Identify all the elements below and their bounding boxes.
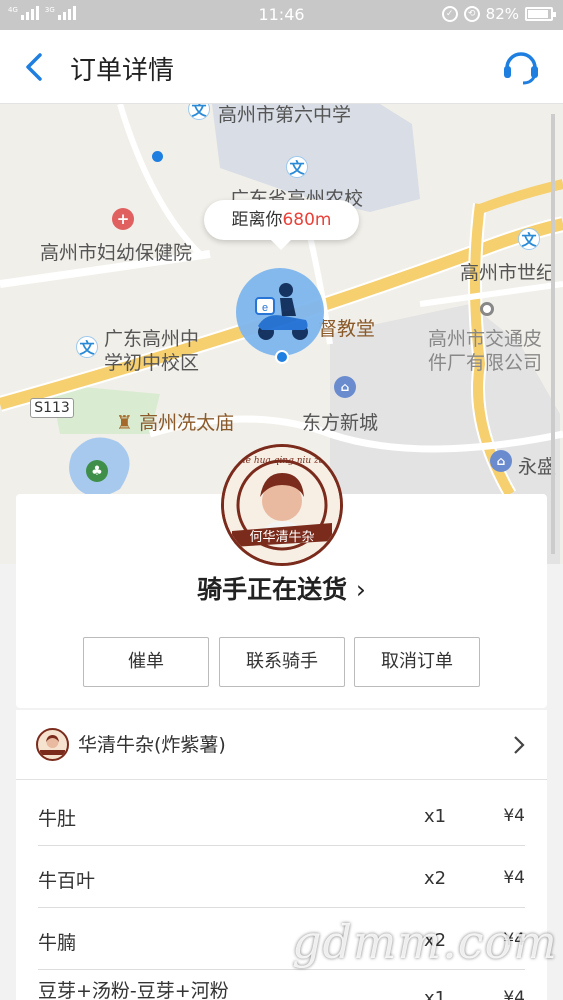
item-qty: x1 [424, 806, 447, 827]
scooter-rider-icon: e [255, 283, 308, 340]
item-qty: x1 [424, 988, 447, 1000]
map-label-temple: ♜ 高州冼太庙 [116, 408, 234, 435]
logo-brand-chinese: 何华清牛杂 [249, 529, 314, 545]
distance-value: 680m [282, 210, 332, 230]
headset-icon[interactable] [501, 46, 541, 86]
temple-label: 高州冼太庙 [139, 412, 235, 434]
logo-brand-pinyin: he hua qing niu za [240, 456, 324, 466]
item-name: 豆芽+汤粉-豆芽+河粉 [38, 980, 229, 1000]
list-item: 牛肚 x1 ¥4 [38, 784, 525, 846]
list-item: 豆芽+汤粉-豆芽+河粉 x1 ¥4 [38, 970, 525, 1000]
residence-icon: ⌂ [490, 450, 512, 472]
map-scroll-indicator [551, 114, 555, 554]
status-bar: 4G 3G 11:46 ✓ ⟲ 82% [0, 0, 563, 30]
store-brand-logo: 何华清牛杂 he hua qing niu za [224, 447, 340, 563]
page-title: 订单详情 [70, 56, 175, 86]
map-label-transport1: 高州市交通皮 [428, 328, 543, 350]
item-name: 牛肚 [38, 808, 77, 830]
item-price: ¥4 [503, 988, 525, 1000]
chevron-left-icon[interactable] [18, 50, 52, 84]
store-row[interactable]: 华清牛杂(炸紫薯) [16, 710, 547, 780]
contact-rider-button[interactable]: 联系骑手 [219, 637, 345, 687]
item-price: ¥4 [503, 806, 525, 826]
residence-icon: ⌂ [334, 376, 356, 398]
watermark: gdmm.com [292, 915, 558, 969]
map-label-school6: 高州市第六中学 [218, 104, 352, 126]
store-name: 华清牛杂(炸紫薯) [78, 734, 226, 756]
rider-location-dot [275, 350, 289, 364]
road-badge: S113 [30, 398, 74, 418]
app-header: 订单详情 [0, 30, 563, 104]
store-avatar: 何华清牛杂 he hua qing niu za [221, 444, 343, 566]
urge-order-button[interactable]: 催单 [83, 637, 209, 687]
cancel-order-button[interactable]: 取消订单 [354, 637, 480, 687]
status-right: ✓ ⟲ 82% [441, 5, 556, 23]
map-label-middle1: 广东高州中 [104, 328, 200, 350]
rider-status-text: 骑手正在送货 [197, 575, 348, 604]
hospital-icon: + [112, 208, 134, 230]
poi-dot-icon [480, 302, 494, 316]
item-price: ¥4 [503, 868, 525, 888]
item-name: 牛百叶 [38, 870, 96, 892]
map-label-church: 督教堂 [318, 318, 376, 340]
lock-rotation-icon: ⟲ [463, 6, 480, 22]
chevron-right-icon [514, 736, 525, 754]
school-icon: 文 [76, 336, 98, 358]
battery-percent: 82% [485, 5, 519, 23]
rider-marker[interactable]: e [236, 268, 324, 356]
school-icon: 文 [286, 156, 308, 178]
distance-prefix: 距离你 [231, 210, 283, 230]
map-label-dongfang: 东方新城 [302, 412, 379, 434]
map-label-middle2: 学初中校区 [104, 352, 200, 374]
item-qty: x2 [424, 868, 447, 889]
map-label-transport2: 件厂有限公司 [428, 352, 543, 374]
battery-icon [525, 7, 556, 21]
school-icon: 文 [188, 104, 210, 120]
list-item: 牛百叶 x2 ¥4 [38, 846, 525, 908]
park-icon: ♣ [86, 460, 108, 482]
temple-icon: ♜ [116, 412, 134, 434]
distance-bubble: 距离你680m [204, 200, 359, 250]
location-dot [152, 151, 163, 162]
store-logo-icon [36, 728, 69, 761]
chevron-right-icon: › [355, 575, 366, 604]
svg-text:e: e [262, 302, 268, 314]
map-label-hospital: 高州市妇幼保健院 [40, 242, 193, 264]
item-name: 牛腩 [38, 932, 77, 954]
shield-icon: ✓ [441, 6, 458, 22]
school-icon: 文 [518, 228, 540, 250]
rider-status-link[interactable]: 骑手正在送货 › [16, 570, 547, 606]
map-label-shiji: 高州市世纪 [460, 262, 556, 284]
